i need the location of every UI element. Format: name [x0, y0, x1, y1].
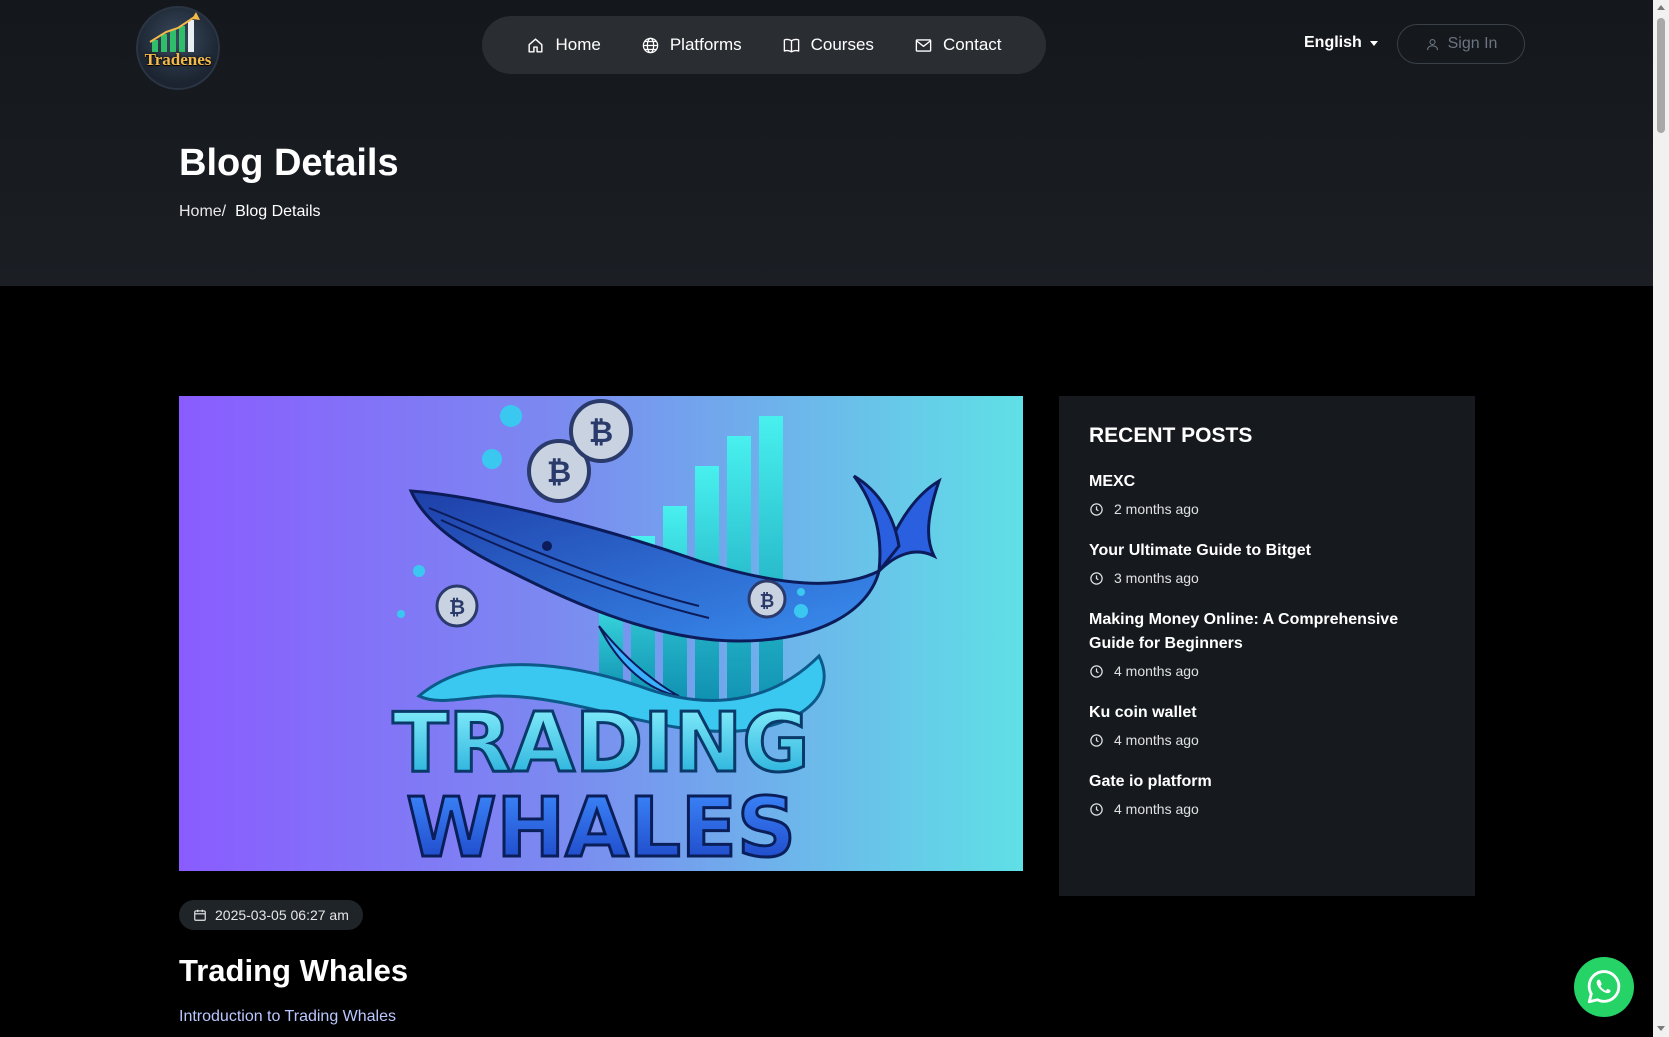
- recent-post-title[interactable]: Ku coin wallet: [1089, 701, 1445, 725]
- svg-text:₿: ₿: [547, 455, 571, 490]
- nav-courses[interactable]: Courses: [782, 35, 874, 55]
- featured-image: ₿ ₿ ₿ ₿ TRADING WHALES: [179, 396, 1023, 871]
- clock-icon: [1090, 802, 1103, 816]
- nav-home-label: Home: [555, 35, 601, 54]
- recent-post[interactable]: MEXC 2 months ago: [1089, 470, 1445, 517]
- chart-bars-icon: [149, 12, 200, 52]
- breadcrumb-current: Blog Details: [235, 203, 321, 220]
- scroll-down-arrow-icon[interactable]: [1657, 1026, 1665, 1031]
- mail-icon: [915, 38, 932, 52]
- recent-post-time-label: 4 months ago: [1114, 663, 1199, 679]
- recent-post[interactable]: Your Ultimate Guide to Bitget 3 months a…: [1089, 539, 1445, 586]
- svg-text:₿: ₿: [760, 591, 775, 612]
- recent-post-time: 4 months ago: [1089, 663, 1445, 679]
- nav-contact-label: Contact: [942, 35, 1002, 54]
- breadcrumb-home[interactable]: Home/: [179, 203, 226, 221]
- trading-whale-illustration: ₿ ₿ ₿ ₿ TRADING WHALES: [391, 399, 942, 871]
- breadcrumb: Home/ Blog Details: [179, 203, 321, 221]
- featured-line-1: TRADING: [392, 696, 809, 791]
- page-scrollbar[interactable]: [1653, 0, 1669, 1037]
- nav-contact[interactable]: Contact: [914, 35, 1002, 55]
- language-label: English: [1304, 34, 1362, 51]
- recent-post-time: 3 months ago: [1089, 570, 1445, 586]
- clock-icon: [1090, 571, 1103, 585]
- recent-posts-panel: RECENT POSTS MEXC 2 months ago Your Ulti…: [1059, 396, 1475, 896]
- article-intro: Introduction to Trading Whales: [179, 1008, 397, 1025]
- recent-post[interactable]: Ku coin wallet 4 months ago: [1089, 701, 1445, 748]
- home-icon: [528, 37, 544, 53]
- scroll-up-arrow-icon[interactable]: [1657, 5, 1665, 10]
- scrollbar-thumb[interactable]: [1657, 18, 1665, 133]
- clock-icon: [1090, 733, 1103, 747]
- svg-text:₿: ₿: [589, 415, 613, 450]
- page-title: Blog Details: [179, 142, 399, 184]
- nav-platforms[interactable]: Platforms: [641, 35, 742, 55]
- user-icon: [1426, 38, 1438, 50]
- globe-icon: [642, 37, 659, 53]
- svg-text:₿: ₿: [449, 595, 465, 619]
- logo-text: Tradenes: [144, 50, 212, 69]
- brand-logo[interactable]: Tradenes: [136, 6, 220, 90]
- whatsapp-button[interactable]: [1574, 957, 1634, 1017]
- nav-home[interactable]: Home: [526, 35, 601, 55]
- whatsapp-icon: [1587, 970, 1621, 1004]
- recent-post-title[interactable]: MEXC: [1089, 470, 1445, 494]
- calendar-icon: [194, 909, 206, 921]
- recent-post-time-label: 2 months ago: [1114, 501, 1199, 517]
- book-icon: [783, 38, 799, 53]
- recent-post-time-label: 4 months ago: [1114, 732, 1199, 748]
- sign-in-button[interactable]: Sign In: [1397, 24, 1525, 64]
- main-nav: Home Platforms Courses Contact: [482, 16, 1046, 74]
- recent-post[interactable]: Making Money Online: A Comprehensive Gui…: [1089, 608, 1445, 679]
- recent-post-title[interactable]: Your Ultimate Guide to Bitget: [1089, 539, 1445, 563]
- sign-in-label: Sign In: [1447, 35, 1498, 52]
- language-select[interactable]: English: [1304, 34, 1378, 52]
- article-title: Trading Whales: [179, 953, 409, 988]
- article-date: 2025-03-05 06:27 am: [215, 907, 349, 923]
- nav-platforms-label: Platforms: [669, 35, 742, 54]
- clock-icon: [1090, 502, 1103, 516]
- recent-post-title[interactable]: Gate io platform: [1089, 770, 1445, 794]
- clock-icon: [1090, 664, 1103, 678]
- article-date-badge: 2025-03-05 06:27 am: [179, 900, 363, 930]
- recent-post-time: 4 months ago: [1089, 732, 1445, 748]
- featured-line-2: WHALES: [406, 781, 796, 871]
- recent-post-time: 2 months ago: [1089, 501, 1445, 517]
- caret-down-icon: [1369, 40, 1378, 46]
- recent-post-time-label: 3 months ago: [1114, 570, 1199, 586]
- recent-post-title[interactable]: Making Money Online: A Comprehensive Gui…: [1089, 608, 1445, 656]
- recent-post-time-label: 4 months ago: [1114, 801, 1199, 817]
- recent-posts-heading: RECENT POSTS: [1089, 424, 1253, 447]
- recent-post-time: 4 months ago: [1089, 801, 1445, 817]
- recent-post[interactable]: Gate io platform 4 months ago: [1089, 770, 1445, 817]
- nav-courses-label: Courses: [810, 35, 874, 54]
